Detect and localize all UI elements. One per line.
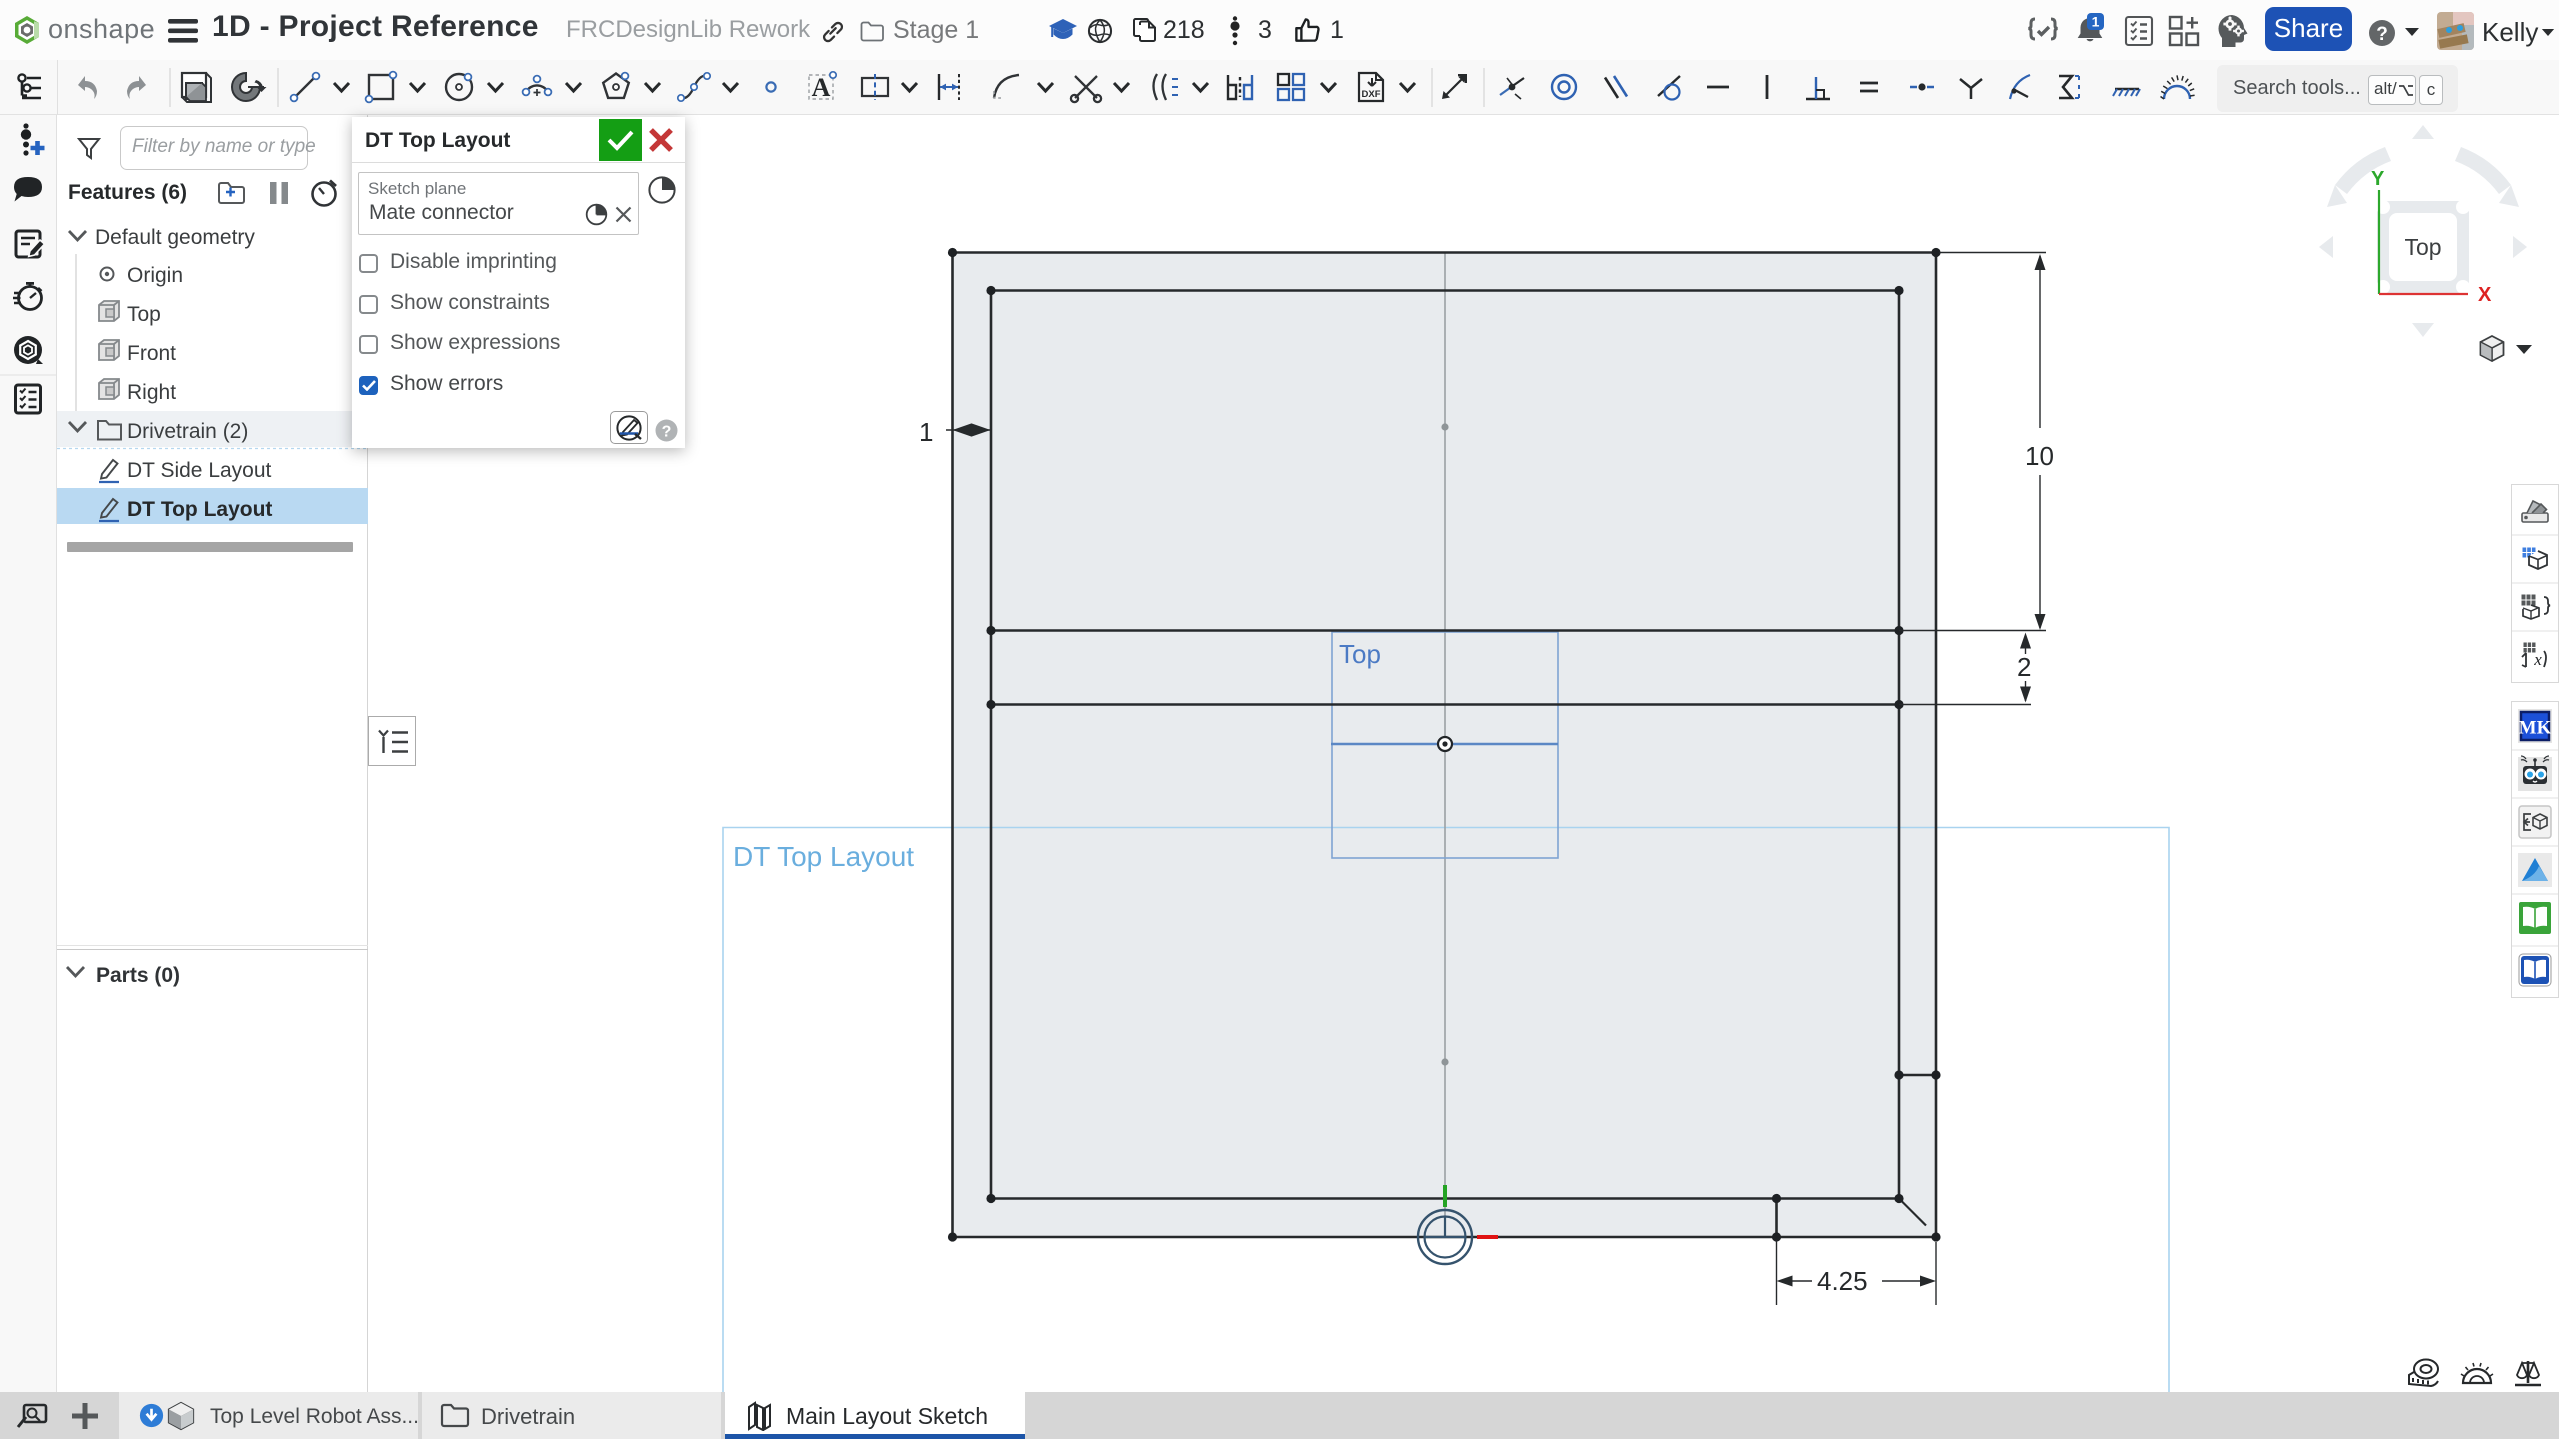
- svg-text:1: 1: [919, 417, 933, 447]
- svg-text:Y: Y: [2371, 168, 2385, 190]
- svg-text:Top: Top: [127, 303, 161, 326]
- svg-text:10: 10: [2025, 441, 2054, 471]
- svg-text:A: A: [812, 73, 831, 102]
- svg-text:DT Top Layout: DT Top Layout: [127, 498, 272, 521]
- svg-text:?: ?: [2376, 24, 2388, 45]
- svg-text:4.25: 4.25: [1817, 1266, 1868, 1296]
- svg-text:Parts (0): Parts (0): [96, 964, 180, 987]
- svg-text:Right: Right: [127, 381, 176, 404]
- svg-text:Default geometry: Default geometry: [95, 226, 255, 249]
- svg-text:DXF: DXF: [1362, 89, 1381, 100]
- svg-text:X: X: [2478, 284, 2492, 306]
- svg-text:1: 1: [2092, 14, 2100, 30]
- svg-text:Origin: Origin: [127, 264, 183, 287]
- svg-text:DT Top Layout: DT Top Layout: [733, 841, 914, 872]
- svg-text:Top: Top: [1339, 639, 1381, 669]
- svg-text:DT Side Layout: DT Side Layout: [127, 459, 272, 482]
- svg-text:Drivetrain (2): Drivetrain (2): [127, 420, 248, 443]
- svg-text:Top: Top: [2404, 234, 2441, 260]
- svg-text:?: ?: [662, 424, 672, 441]
- svg-text:x: x: [2533, 650, 2542, 669]
- svg-text:Front: Front: [127, 342, 176, 365]
- svg-text:2: 2: [2017, 652, 2031, 682]
- svg-text:MK: MK: [2519, 718, 2552, 739]
